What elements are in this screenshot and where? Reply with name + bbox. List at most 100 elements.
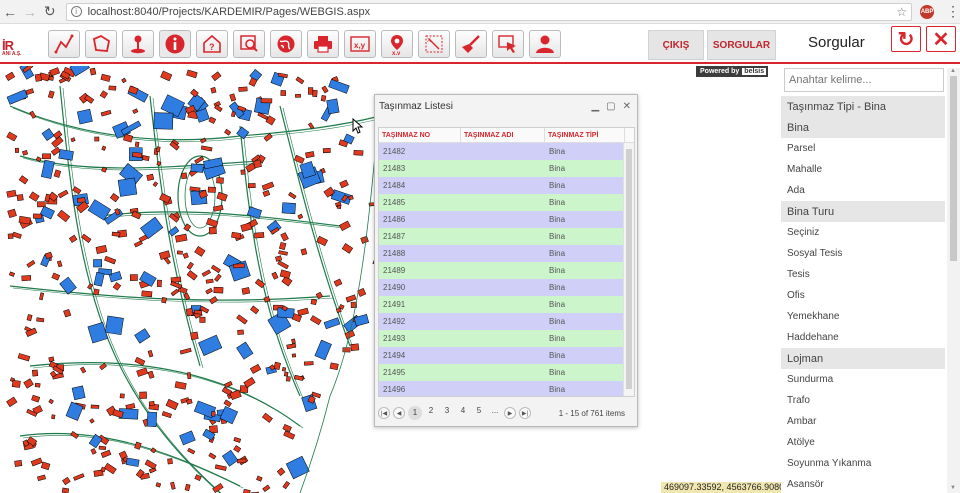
- table-row[interactable]: 21493 Bina: [379, 330, 634, 347]
- next-page-icon[interactable]: ▶: [504, 407, 516, 419]
- refresh-button[interactable]: ↻: [891, 26, 921, 52]
- query-list-item[interactable]: Atölye: [781, 432, 945, 453]
- sidebar-scrollbar[interactable]: ▲ ▼: [947, 68, 960, 493]
- table-row[interactable]: 21483 Bina: [379, 160, 634, 177]
- map-building-red: [132, 151, 143, 158]
- query-list-item[interactable]: Mahalle: [781, 159, 945, 180]
- query-list-item[interactable]: Sosyal Tesis: [781, 243, 945, 264]
- measure-button[interactable]: X: [418, 30, 450, 58]
- page-number[interactable]: 1: [408, 406, 422, 420]
- clear-brush-button[interactable]: [455, 30, 487, 58]
- table-row[interactable]: 21485 Bina: [379, 194, 634, 211]
- table-row[interactable]: 21488 Bina: [379, 245, 634, 262]
- table-row[interactable]: 21489 Bina: [379, 262, 634, 279]
- close-panel-button[interactable]: ✕: [926, 26, 956, 52]
- address-bar[interactable]: i localhost:8040/Projects/KARDEMIR/Pages…: [65, 2, 913, 21]
- grid-scrollbar[interactable]: [623, 143, 634, 396]
- house-query-button[interactable]: ?: [196, 30, 228, 58]
- back-icon[interactable]: ←: [0, 2, 20, 22]
- query-group-header[interactable]: Bina: [781, 117, 945, 138]
- xy-button[interactable]: x,y: [344, 30, 376, 58]
- query-list-item[interactable]: Sundurma: [781, 369, 945, 390]
- query-list-item[interactable]: Ofis: [781, 285, 945, 306]
- query-list-item[interactable]: Ada: [781, 180, 945, 201]
- query-list-item[interactable]: Parsel: [781, 138, 945, 159]
- xy-pin-button[interactable]: x,y: [381, 30, 413, 58]
- polyline-tool-button[interactable]: [48, 30, 80, 58]
- keyword-search-input[interactable]: [784, 68, 944, 92]
- query-list-item[interactable]: Ambar: [781, 411, 945, 432]
- map-building-red: [7, 233, 14, 240]
- map-building-red: [170, 481, 176, 490]
- column-header-adi[interactable]: TAŞINMAZ ADI: [461, 128, 545, 142]
- table-row[interactable]: 21491 Bina: [379, 296, 634, 313]
- map-building-blue: [190, 163, 204, 173]
- table-row[interactable]: 21484 Bina: [379, 177, 634, 194]
- pin-tool-button[interactable]: [122, 30, 154, 58]
- query-group-header[interactable]: Taşınmaz Tipi - Bina: [781, 96, 945, 117]
- query-list-item[interactable]: Soyunma Yıkanma: [781, 453, 945, 474]
- select-arrow-button[interactable]: [492, 30, 524, 58]
- last-page-icon[interactable]: ▶|: [519, 407, 531, 419]
- query-list-item[interactable]: Asansör: [781, 474, 945, 493]
- scroll-down-icon[interactable]: ▼: [950, 485, 956, 491]
- map-building-red: [279, 269, 291, 279]
- table-row[interactable]: 21482 Bina: [379, 143, 634, 160]
- page-number[interactable]: 2: [424, 406, 438, 420]
- maximize-icon[interactable]: ▢: [606, 101, 615, 112]
- forward-icon[interactable]: →: [20, 2, 40, 22]
- bookmark-star-icon[interactable]: ☆: [896, 5, 907, 19]
- map-building-red: [280, 232, 289, 242]
- query-list-item[interactable]: Yemekhane: [781, 306, 945, 327]
- query-list-item[interactable]: Seçiniz: [781, 222, 945, 243]
- minimize-icon[interactable]: ▁: [591, 101, 599, 112]
- window-close-icon[interactable]: ✕: [623, 101, 631, 112]
- page-number[interactable]: 3: [440, 406, 454, 420]
- sorgular-sidebar: Taşınmaz Tipi - BinaBinaParselMahalleAda…: [781, 66, 960, 493]
- table-row[interactable]: 21496 Bina: [379, 381, 634, 396]
- map-building-red: [104, 255, 117, 265]
- page-number[interactable]: ...: [488, 406, 502, 420]
- info-tool-button[interactable]: [159, 30, 191, 58]
- sorgular-button[interactable]: SORGULAR: [707, 30, 776, 60]
- grid-scroll-thumb[interactable]: [626, 149, 632, 389]
- browser-menu-icon[interactable]: ⋮: [946, 3, 960, 20]
- map-building-red: [6, 189, 17, 198]
- window-titlebar[interactable]: Taşınmaz Listesi ▁ ▢ ✕: [375, 95, 637, 117]
- table-row[interactable]: 21486 Bina: [379, 211, 634, 228]
- polygon-tool-button[interactable]: [85, 30, 117, 58]
- column-header-tipi[interactable]: TAŞINMAZ TİPİ: [545, 128, 625, 142]
- tasinmaz-listesi-window[interactable]: Taşınmaz Listesi ▁ ▢ ✕ TAŞINMAZ NO TAŞIN…: [374, 94, 638, 427]
- map-building-red: [210, 87, 217, 94]
- cikis-button[interactable]: ÇIKIŞ: [648, 30, 704, 60]
- table-row[interactable]: 21490 Bina: [379, 279, 634, 296]
- query-group-header[interactable]: Lojman: [781, 348, 945, 369]
- globe-button[interactable]: [270, 30, 302, 58]
- query-list-item[interactable]: Trafo: [781, 390, 945, 411]
- zoom-box-button[interactable]: [233, 30, 265, 58]
- page-number[interactable]: 4: [456, 406, 470, 420]
- site-info-icon[interactable]: i: [70, 6, 82, 17]
- query-list-item[interactable]: Haddehane: [781, 327, 945, 348]
- query-group-header[interactable]: Bina Turu: [781, 201, 945, 222]
- map-building-red: [161, 411, 172, 419]
- page-number[interactable]: 5: [472, 406, 486, 420]
- table-row[interactable]: 21494 Bina: [379, 347, 634, 364]
- first-page-icon[interactable]: |◀: [378, 407, 390, 419]
- user-button[interactable]: [529, 30, 561, 58]
- map-building-red: [129, 274, 138, 281]
- table-row[interactable]: 21492 Bina: [379, 313, 634, 330]
- adblock-icon[interactable]: ABP: [920, 4, 935, 19]
- sidebar-scroll-thumb[interactable]: [950, 76, 957, 261]
- print-button[interactable]: [307, 30, 339, 58]
- table-row[interactable]: 21495 Bina: [379, 364, 634, 381]
- scroll-up-icon[interactable]: ▲: [950, 68, 956, 74]
- map-building-red: [303, 361, 314, 366]
- query-list-item[interactable]: Tesis: [781, 264, 945, 285]
- map-building-red: [42, 153, 51, 160]
- reload-icon[interactable]: ↻: [40, 2, 60, 22]
- table-row[interactable]: 21487 Bina: [379, 228, 634, 245]
- column-header-no[interactable]: TAŞINMAZ NO: [379, 128, 461, 142]
- map-building-red: [30, 457, 43, 467]
- prev-page-icon[interactable]: ◀: [393, 407, 405, 419]
